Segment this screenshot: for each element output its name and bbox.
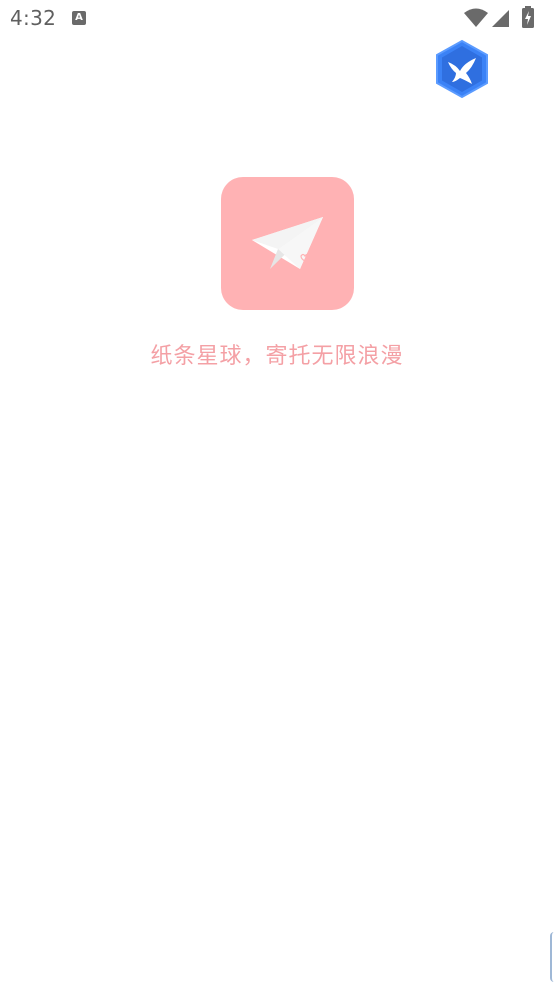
status-time: 4:32: [10, 6, 57, 30]
paper-plane-icon: [252, 217, 323, 269]
hexagon-bird-icon[interactable]: [434, 38, 490, 100]
status-icons: [464, 6, 544, 28]
splash-screen: 4:32 A 纸条星球，寄托无限浪漫: [0, 0, 554, 984]
edge-handle[interactable]: [550, 932, 554, 982]
cellular-signal-icon: [492, 10, 509, 27]
text-a-icon: A: [72, 11, 86, 25]
app-logo: [221, 177, 354, 310]
splash-slogan: 纸条星球，寄托无限浪漫: [150, 344, 404, 369]
battery-charging-icon: [522, 6, 534, 28]
wifi-icon: [464, 8, 488, 27]
text-a-icon-letter: A: [75, 12, 83, 23]
status-bar: 4:32 A: [0, 0, 554, 38]
